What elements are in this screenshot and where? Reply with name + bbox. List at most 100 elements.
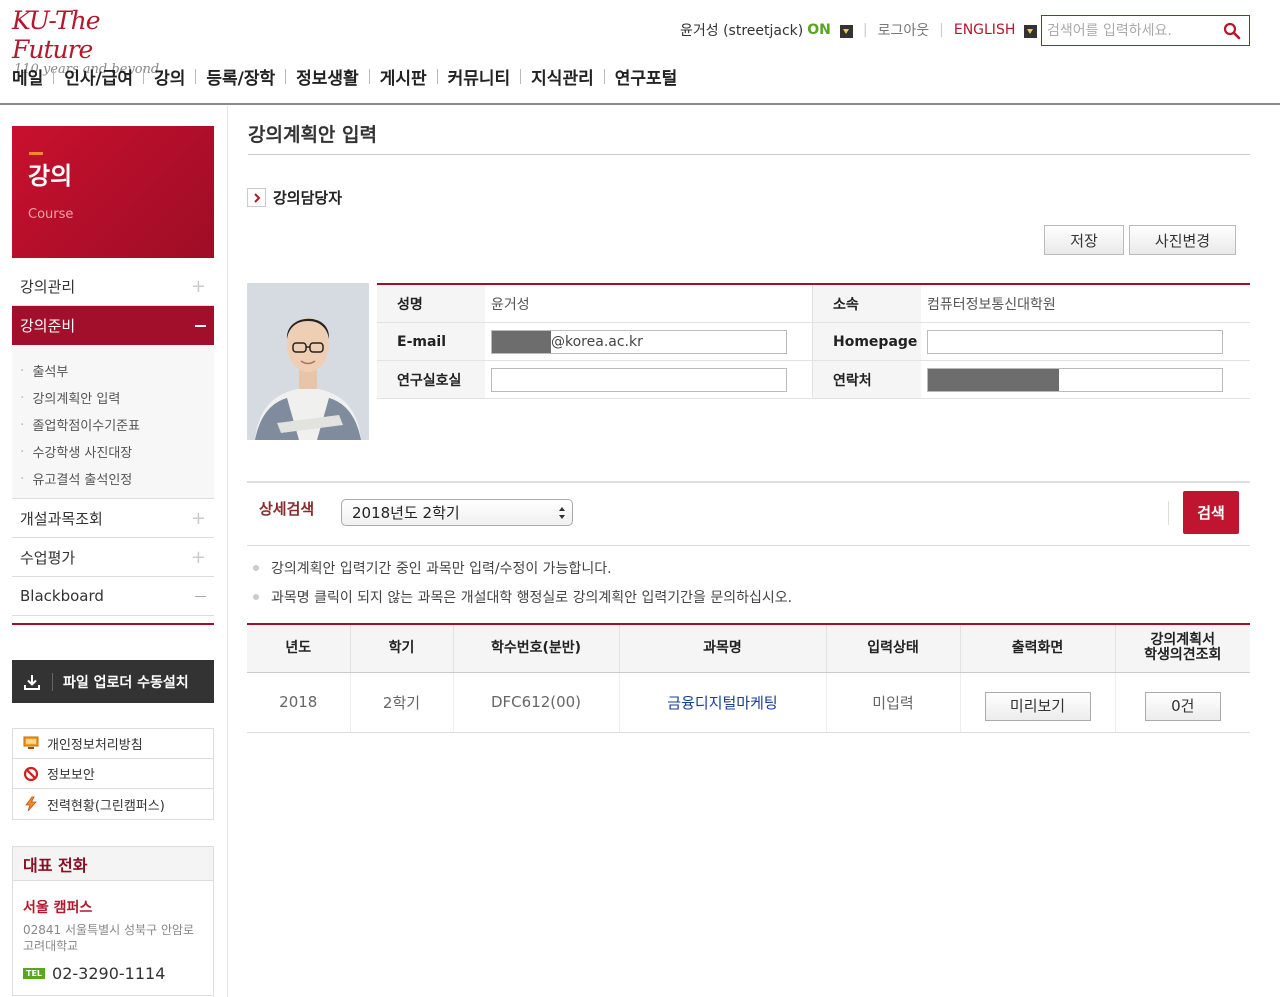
online-status: ON (807, 22, 831, 38)
change-photo-button[interactable]: 사진변경 (1129, 225, 1236, 255)
utility-bar: 윤거성 (streetjack) ON | 로그아웃 | ENGLISH (680, 20, 1038, 40)
email-label: E-mail (377, 323, 485, 360)
divider (52, 672, 53, 691)
homepage-label: Homepage (813, 323, 921, 360)
name-label: 성명 (377, 285, 485, 322)
divider (285, 69, 287, 84)
sidebar-item-evaluation[interactable]: 수업평가 + (12, 538, 214, 577)
quick-link-label: 정보보안 (47, 768, 95, 783)
quick-link-privacy[interactable]: 개인정보처리방침 (13, 729, 213, 759)
office-label: 연구실호실 (377, 361, 485, 398)
global-search (1041, 15, 1250, 46)
user-name: 윤거성 (streetjack) (680, 23, 804, 39)
minus-icon (195, 324, 206, 327)
minus-icon (195, 595, 206, 597)
preview-button[interactable]: 미리보기 (984, 691, 1091, 721)
sidebar-underline (12, 623, 214, 625)
sidebar-item-label: 강의관리 (20, 277, 76, 296)
col-input-status: 입력상태 (826, 624, 961, 673)
homepage-field[interactable] (927, 329, 1223, 354)
info-row: 성명 윤거성 소속 컴퓨터정보통신대학원 (377, 285, 1250, 323)
sidebar-item-course-prep[interactable]: 강의준비 (12, 306, 214, 345)
language-link[interactable]: ENGLISH (954, 22, 1016, 38)
contact-field[interactable] (927, 367, 1223, 392)
user-dropdown-icon[interactable] (839, 24, 853, 38)
divider (436, 69, 438, 84)
search-button[interactable]: 검색 (1183, 491, 1239, 534)
sidebar: 강의 Course 강의관리 + 강의준비 출석부 강의계획안 입력 졸업학점이… (12, 126, 214, 625)
col-course-code: 학수번호(분반) (453, 624, 620, 673)
plus-icon: + (190, 275, 206, 297)
table-row: 2018 2학기 DFC612(00) 금융디지털마케팅 미입력 미리보기 0건 (247, 672, 1250, 733)
submenu-syllabus-input[interactable]: 강의계획안 입력 (20, 384, 214, 411)
sidebar-banner: 강의 Course (12, 126, 214, 258)
semester-select[interactable]: 2018년도 2학기 (341, 499, 573, 526)
campus-name: 서울 캠퍼스 (23, 900, 93, 916)
divider (53, 69, 55, 84)
plus-icon: + (190, 546, 206, 568)
quick-link-security[interactable]: 정보보안 (13, 759, 213, 789)
gnb-registration[interactable]: 등록/장학 (206, 64, 275, 89)
notice-list: 강의계획안 입력기간 중인 과목만 입력/수정이 가능합니다. 과목명 클릭이 … (253, 553, 792, 611)
language-dropdown-icon[interactable] (1024, 24, 1038, 38)
gnb-mail[interactable]: 메일 (12, 64, 43, 89)
col-student-opinions: 강의계획서 학생의견조회 (1115, 624, 1250, 673)
tel-number: 02-3290-1114 (52, 964, 166, 984)
sidebar-item-course-list[interactable]: 개설과목조회 + (12, 499, 214, 538)
homepage-cell (921, 323, 1249, 360)
submenu-graduation-credits[interactable]: 졸업학점이수기준표 (20, 411, 214, 438)
banner-title: 강의 (28, 162, 73, 190)
search-input[interactable] (1042, 16, 1212, 45)
contact-label: 연락처 (813, 361, 921, 398)
banner-deco (29, 152, 43, 155)
profile-photo (247, 283, 369, 440)
col-print-view: 출력화면 (960, 624, 1116, 673)
quick-links: 개인정보처리방침 정보보안 전력현황(그린캠퍼스) (12, 728, 214, 820)
submenu-attendance[interactable]: 출석부 (20, 357, 214, 384)
gnb-research[interactable]: 연구포털 (615, 64, 678, 89)
save-button[interactable]: 저장 (1044, 225, 1124, 255)
global-nav: 메일 인사/급여 강의 등록/장학 정보생활 게시판 커뮤니티 지식관리 연구포… (12, 64, 677, 89)
logout-link[interactable]: 로그아웃 (878, 20, 930, 40)
gnb-info-life[interactable]: 정보생활 (296, 64, 359, 89)
cell-year: 2018 (247, 672, 351, 733)
chevron-right-icon (247, 188, 266, 207)
sidebar-item-label: 수업평가 (20, 548, 76, 567)
submenu-absence-approval[interactable]: 유고결석 출석인정 (20, 465, 214, 492)
gnb-knowledge[interactable]: 지식관리 (531, 64, 594, 89)
gnb-course[interactable]: 강의 (154, 64, 185, 89)
quick-link-power[interactable]: 전력현황(그린캠퍼스) (13, 789, 213, 819)
redacted-block (928, 368, 1059, 391)
cell-opinions-wrap: 0건 (1115, 672, 1250, 733)
campus-address: 02841 서울특별시 성북구 안암로 고려대학교 (23, 923, 195, 953)
email-field[interactable]: @korea.ac.kr (491, 329, 787, 354)
gnb-board[interactable]: 게시판 (380, 64, 427, 89)
notice-item: 강의계획안 입력기간 중인 과목만 입력/수정이 가능합니다. (253, 553, 792, 582)
notice-item: 과목명 클릭이 되지 않는 과목은 개설대학 행정실로 강의계획안 입력기간을 … (253, 582, 792, 611)
office-cell (485, 361, 813, 398)
section-title: 강의담당자 (273, 189, 343, 207)
upload-button-label: 파일 업로더 수동설치 (63, 674, 189, 691)
info-row: 연구실호실 연락처 (377, 361, 1250, 399)
cell-input-status: 미입력 (826, 672, 961, 733)
office-field[interactable] (491, 367, 787, 392)
gnb-hr[interactable]: 인사/급여 (64, 64, 133, 89)
instructor-info-table: 성명 윤거성 소속 컴퓨터정보통신대학원 E-mail @korea.ac.kr… (377, 283, 1250, 399)
search-icon[interactable] (1223, 22, 1241, 40)
divider (143, 69, 145, 84)
course-name-link[interactable]: 금융디지털마케팅 (667, 694, 777, 712)
info-row: E-mail @korea.ac.kr Homepage (377, 323, 1250, 361)
opinions-button[interactable]: 0건 (1144, 691, 1221, 721)
sidebar-item-course-manage[interactable]: 강의관리 + (12, 267, 214, 306)
download-icon (12, 673, 52, 691)
logo[interactable]: KU-The Future 110 years and beyond (12, 6, 172, 77)
cell-course-name-wrap: 금융디지털마케팅 (619, 672, 827, 733)
detail-search-bar: 상세검색 2018년도 2학기 검색 (247, 481, 1250, 546)
sidebar-item-blackboard[interactable]: Blackboard (12, 577, 214, 616)
submenu-student-photos[interactable]: 수강학생 사진대장 (20, 438, 214, 465)
plus-icon: + (190, 507, 206, 529)
lightning-icon (25, 796, 37, 812)
prohibited-icon (23, 766, 39, 781)
file-uploader-install-button[interactable]: 파일 업로더 수동설치 (12, 660, 214, 703)
gnb-community[interactable]: 커뮤니티 (448, 64, 511, 89)
